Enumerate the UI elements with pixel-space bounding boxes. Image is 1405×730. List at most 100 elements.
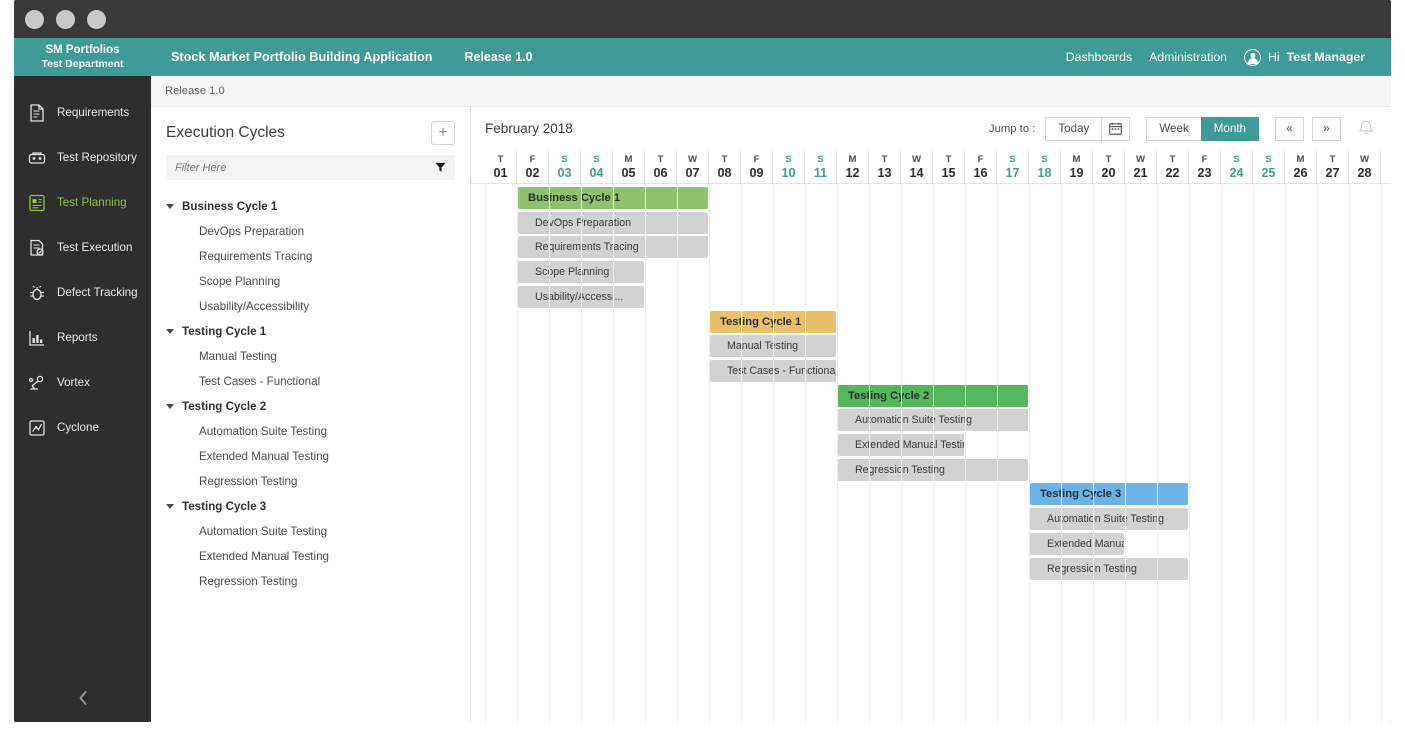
filter-input[interactable]: [175, 162, 435, 174]
cycle-group-row[interactable]: Testing Cycle 2: [151, 394, 470, 419]
sidebar-item-cyclone[interactable]: Cyclone: [14, 405, 151, 450]
brand-block[interactable]: SM Portfolios Test Department: [14, 38, 151, 76]
content-split: Execution Cycles + Business Cycle 1 DevOp…: [151, 107, 1391, 722]
filter-row: [166, 155, 455, 180]
gantt-task-bar[interactable]: Regression Testing: [1030, 558, 1188, 580]
caret-down-icon[interactable]: [166, 504, 174, 509]
sidebar-item-test-repository[interactable]: Test Repository: [14, 135, 151, 180]
grid-line: [1093, 184, 1094, 722]
day-number: 07: [685, 166, 699, 181]
cycle-child-row[interactable]: Usability/Accessibility: [151, 294, 470, 319]
nav-dashboards[interactable]: Dashboards: [1066, 50, 1132, 64]
gantt-bar-label: Testing Cycle 3: [1040, 488, 1121, 500]
sidebar-collapse-button[interactable]: [14, 682, 151, 714]
topnav-right: Dashboards Administration Hi Test Manage…: [1066, 38, 1391, 76]
tree-item-label: Scope Planning: [199, 275, 280, 288]
cycle-child-row[interactable]: Automation Suite Testing: [151, 419, 470, 444]
add-cycle-button[interactable]: +: [431, 121, 455, 145]
cycle-child-row[interactable]: Manual Testing: [151, 344, 470, 369]
defect-tracking-icon: [27, 283, 47, 303]
window-maximize-button[interactable]: [87, 10, 106, 29]
day-of-week: F: [978, 154, 984, 166]
grid-line: [1285, 184, 1286, 722]
gantt-task-bar[interactable]: Automation Suite Testing: [1030, 508, 1188, 530]
sidebar-item-requirements[interactable]: Requirements: [14, 90, 151, 135]
date-column-header: T01: [485, 150, 517, 184]
day-number: 17: [1005, 166, 1019, 181]
day-number: 14: [909, 166, 923, 181]
today-button[interactable]: Today: [1045, 117, 1102, 141]
day-number: 21: [1133, 166, 1147, 181]
week-view-button[interactable]: Week: [1146, 117, 1201, 141]
sidebar-item-vortex[interactable]: Vortex: [14, 360, 151, 405]
sidebar-item-test-planning[interactable]: Test Planning: [14, 180, 151, 225]
funnel-icon[interactable]: [435, 162, 446, 173]
day-of-week: W: [1136, 154, 1145, 166]
grid-line: [1029, 184, 1030, 722]
grid-line: [773, 184, 774, 722]
day-number: 22: [1165, 166, 1179, 181]
gantt-task-bar[interactable]: Extended Manua...: [1030, 533, 1124, 555]
day-of-week: S: [561, 154, 567, 166]
day-number: 13: [877, 166, 891, 181]
test-execution-icon: [27, 238, 47, 258]
release-label[interactable]: Release 1.0: [464, 50, 532, 64]
cycle-group-row[interactable]: Testing Cycle 3: [151, 494, 470, 519]
grid-line: [1381, 184, 1382, 722]
date-column-header: T08: [709, 150, 741, 184]
sidebar-item-reports[interactable]: Reports: [14, 315, 151, 360]
execution-cycles-header: Execution Cycles +: [151, 107, 470, 153]
gantt-month-label: February 2018: [485, 121, 573, 136]
nav-administration[interactable]: Administration: [1149, 50, 1227, 64]
gantt-bar-label: Testing Cycle 1: [720, 316, 801, 328]
next-period-button[interactable]: »: [1312, 117, 1341, 141]
cycle-child-row[interactable]: Automation Suite Testing: [151, 519, 470, 544]
window-titlebar: [14, 0, 1391, 38]
window-close-button[interactable]: [25, 10, 44, 29]
cycle-child-row[interactable]: Test Cases - Functional: [151, 369, 470, 394]
sidebar-item-defect-tracking[interactable]: Defect Tracking: [14, 270, 151, 315]
window-minimize-button[interactable]: [56, 10, 75, 29]
cyclone-icon: [27, 418, 47, 438]
previous-period-button[interactable]: «: [1275, 117, 1304, 141]
topnav-left: Stock Market Portfolio Building Applicat…: [151, 38, 533, 76]
day-of-week: T: [1106, 154, 1112, 166]
month-view-button[interactable]: Month: [1201, 117, 1259, 141]
tree-item-label: DevOps Preparation: [199, 225, 304, 238]
date-column-header: M26: [1285, 150, 1317, 184]
grid-line: [1221, 184, 1222, 722]
gantt-cycle-bar[interactable]: Testing Cycle 3: [1030, 483, 1188, 505]
day-of-week: S: [1041, 154, 1047, 166]
cycle-child-row[interactable]: Regression Testing: [151, 569, 470, 594]
caret-down-icon[interactable]: [166, 204, 174, 209]
day-number: 03: [557, 166, 571, 181]
date-column-header: F09: [741, 150, 773, 184]
day-number: 19: [1069, 166, 1083, 181]
sidebar-item-test-execution[interactable]: Test Execution: [14, 225, 151, 270]
cycle-child-row[interactable]: Regression Testing: [151, 469, 470, 494]
brand-subtitle: Test Department: [41, 58, 123, 70]
cycle-child-row[interactable]: DevOps Preparation: [151, 219, 470, 244]
tree-item-label: Testing Cycle 1: [182, 325, 266, 338]
cycle-child-row[interactable]: Requirements Tracing: [151, 244, 470, 269]
cycle-group-row[interactable]: Business Cycle 1: [151, 194, 470, 219]
cycle-child-row[interactable]: Extended Manual Testing: [151, 544, 470, 569]
calendar-icon: [1109, 122, 1122, 135]
cycle-child-row[interactable]: Scope Planning: [151, 269, 470, 294]
caret-down-icon[interactable]: [166, 404, 174, 409]
breadcrumb-text[interactable]: Release 1.0: [165, 85, 225, 97]
date-column-header: S24: [1221, 150, 1253, 184]
cycle-child-row[interactable]: Extended Manual Testing: [151, 444, 470, 469]
grid-line: [549, 184, 550, 722]
user-name: Test Manager: [1287, 50, 1365, 64]
cycle-group-row[interactable]: Testing Cycle 1: [151, 319, 470, 344]
requirements-icon: [27, 103, 47, 123]
user-menu[interactable]: Hi Test Manager: [1244, 49, 1365, 66]
app-body: Requirements Test Repository Test Planni…: [14, 76, 1391, 722]
day-of-week: T: [1330, 154, 1336, 166]
grid-line: [933, 184, 934, 722]
calendar-picker-button[interactable]: [1101, 117, 1130, 141]
bell-icon[interactable]: [1355, 118, 1377, 140]
caret-down-icon[interactable]: [166, 329, 174, 334]
gantt-bar-label: Requirements Tracing: [535, 241, 639, 253]
